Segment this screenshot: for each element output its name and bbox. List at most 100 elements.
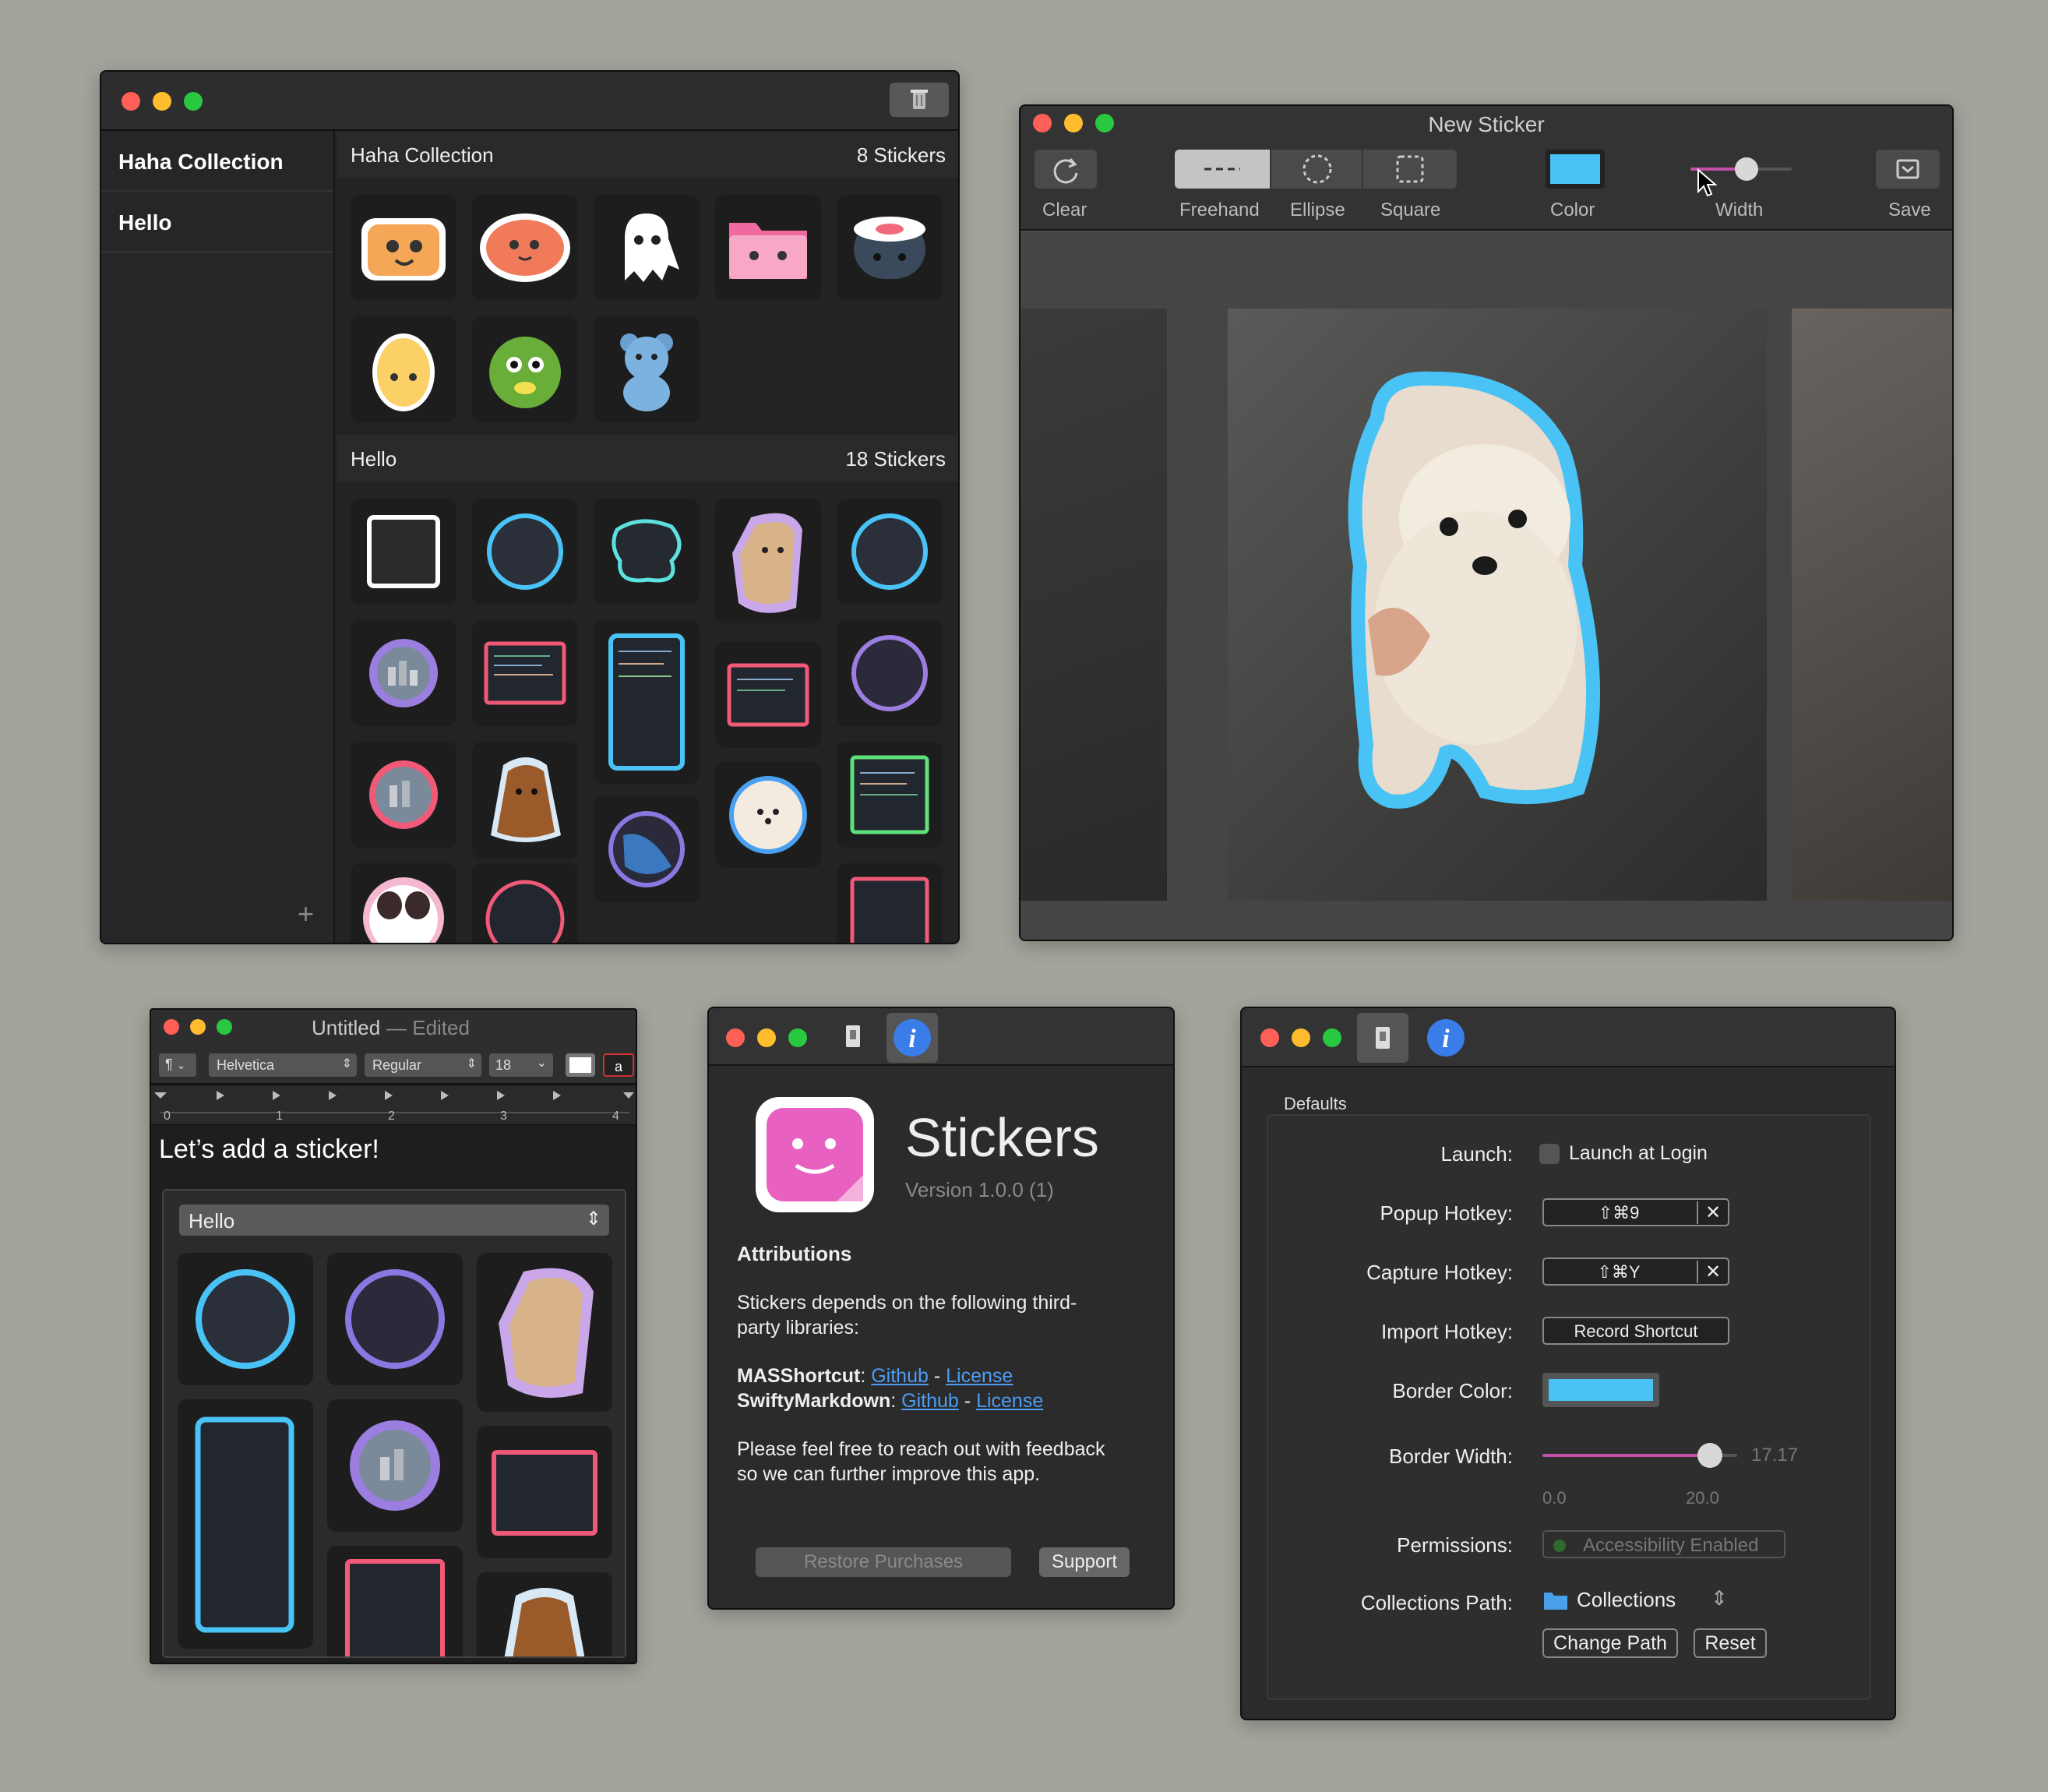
font-family-popup[interactable]: Helvetica ⇕ bbox=[209, 1053, 357, 1077]
toolbar: New Sticker Clear Freehand Ellipse Squar… bbox=[1020, 106, 1952, 231]
tab-general[interactable] bbox=[1357, 1013, 1408, 1063]
ellipse-segment[interactable] bbox=[1270, 150, 1362, 189]
capture-hotkey-recorder[interactable]: ⇧⌘Y ✕ bbox=[1542, 1258, 1729, 1286]
import-hotkey-recorder[interactable]: Record Shortcut bbox=[1542, 1317, 1729, 1345]
close-button[interactable] bbox=[726, 1028, 745, 1047]
sticker-rect-red[interactable] bbox=[477, 1426, 612, 1558]
border-width-slider[interactable] bbox=[1542, 1443, 1737, 1468]
sticker-sushi[interactable] bbox=[837, 195, 943, 301]
zoom-button[interactable] bbox=[1323, 1028, 1341, 1047]
close-button[interactable] bbox=[122, 92, 140, 111]
color-well[interactable] bbox=[1546, 150, 1605, 189]
reset-button[interactable]: Reset bbox=[1694, 1628, 1767, 1658]
refresh-icon bbox=[1053, 158, 1078, 184]
save-button[interactable] bbox=[1876, 150, 1940, 189]
sticker-tall-blue-code[interactable] bbox=[594, 620, 700, 784]
sticker-city-purple[interactable] bbox=[351, 620, 456, 726]
sticker-list: Haha Collection 8 Stickers Hello 18 Stic… bbox=[337, 131, 958, 943]
launch-at-login-text[interactable]: Launch at Login bbox=[1569, 1142, 1708, 1165]
sticker-rect-red-code[interactable] bbox=[472, 620, 578, 726]
sticker-folder[interactable] bbox=[715, 195, 821, 301]
highlight-color-well[interactable]: a bbox=[603, 1053, 634, 1077]
sticker-square-outline[interactable] bbox=[351, 499, 456, 605]
sticker-puppy-brown[interactable] bbox=[472, 742, 578, 859]
popup-hotkey-recorder[interactable]: ⇧⌘9 ✕ bbox=[1542, 1198, 1729, 1226]
document-text[interactable]: Let’s add a sticker! bbox=[159, 1134, 379, 1165]
window-title-suffix: — Edited bbox=[386, 1016, 470, 1039]
sticker-purple-ball[interactable] bbox=[594, 796, 700, 902]
accessibility-status-text: Accessibility Enabled bbox=[1583, 1535, 1759, 1556]
sticker-circle-purple-code[interactable] bbox=[837, 620, 943, 726]
titlebar: Untitled — Edited ¶ ⌄ Helvetica ⇕ Regula… bbox=[151, 1010, 636, 1085]
sticker-city-purple[interactable] bbox=[327, 1399, 463, 1532]
clear-button[interactable] bbox=[1035, 150, 1097, 189]
minimize-button[interactable] bbox=[757, 1028, 776, 1047]
sticker-tall-blue[interactable] bbox=[178, 1399, 313, 1649]
paragraph-style-popup[interactable]: ¶ ⌄ bbox=[159, 1053, 196, 1077]
app-name: Stickers bbox=[905, 1107, 1099, 1168]
sticker-puppy-white[interactable] bbox=[351, 863, 456, 943]
sticker-circle-purple[interactable] bbox=[327, 1253, 463, 1385]
sticker-circle-red-code[interactable] bbox=[472, 863, 578, 943]
font-style-popup[interactable]: Regular ⇕ bbox=[365, 1053, 481, 1077]
zoom-button[interactable] bbox=[217, 1019, 232, 1035]
launch-at-login-checkbox[interactable] bbox=[1539, 1144, 1560, 1164]
sidebar-item-haha-collection[interactable]: Haha Collection bbox=[101, 131, 333, 192]
freehand-segment[interactable] bbox=[1175, 150, 1270, 189]
collections-path-control[interactable]: Collections ⇕ bbox=[1542, 1585, 1729, 1616]
font-family-value: Helvetica bbox=[217, 1057, 275, 1073]
trash-button[interactable] bbox=[890, 83, 949, 117]
ruler[interactable]: 0 1 2 3 4 bbox=[151, 1086, 636, 1125]
tab-general[interactable] bbox=[835, 1016, 871, 1057]
sticker-puppy-pink[interactable] bbox=[477, 1253, 612, 1412]
sticker-circle-code[interactable] bbox=[472, 499, 578, 605]
slider-knob[interactable] bbox=[1697, 1443, 1722, 1468]
github-link[interactable]: Github bbox=[901, 1390, 959, 1412]
clear-hotkey-icon[interactable]: ✕ bbox=[1697, 1201, 1728, 1224]
restore-purchases-button[interactable]: Restore Purchases bbox=[756, 1547, 1011, 1577]
close-button[interactable] bbox=[1260, 1028, 1279, 1047]
license-link[interactable]: License bbox=[946, 1365, 1013, 1387]
add-collection-button[interactable]: + bbox=[298, 898, 314, 930]
sidebar-item-hello[interactable]: Hello bbox=[101, 192, 333, 252]
license-link[interactable]: License bbox=[976, 1390, 1043, 1412]
sticker-circle-code-2[interactable] bbox=[837, 499, 943, 605]
sticker-toast[interactable] bbox=[351, 195, 456, 301]
canvas[interactable] bbox=[1020, 232, 1952, 940]
tab-about[interactable]: i bbox=[887, 1013, 938, 1063]
text-color-well[interactable] bbox=[566, 1053, 595, 1077]
sticker-steak[interactable] bbox=[472, 195, 578, 301]
change-path-button[interactable]: Change Path bbox=[1542, 1628, 1678, 1658]
sticker-egg[interactable] bbox=[351, 316, 456, 422]
sticker-city-red[interactable] bbox=[351, 742, 456, 848]
minimize-button[interactable] bbox=[1292, 1028, 1310, 1047]
sticker-monster[interactable] bbox=[472, 316, 578, 422]
sticker-ghost[interactable] bbox=[594, 195, 700, 301]
clear-hotkey-icon[interactable]: ✕ bbox=[1697, 1261, 1728, 1283]
zoom-button[interactable] bbox=[184, 92, 203, 111]
tab-about[interactable]: i bbox=[1424, 1016, 1468, 1060]
font-size-popup[interactable]: 18 ⌄ bbox=[489, 1053, 553, 1077]
sticker-puppy-brown[interactable] bbox=[477, 1572, 612, 1656]
collection-select[interactable]: Hello ⇕ bbox=[179, 1205, 609, 1236]
sticker-rect-red-code-2[interactable] bbox=[715, 642, 821, 748]
sticker-rect-red-tall[interactable] bbox=[327, 1546, 463, 1656]
sticker-freehand-code[interactable] bbox=[594, 499, 700, 605]
sticker-puppy-circle[interactable] bbox=[715, 762, 821, 868]
status-dot-icon bbox=[1553, 1540, 1566, 1552]
close-button[interactable] bbox=[164, 1019, 179, 1035]
square-label: Square bbox=[1380, 199, 1441, 220]
support-button[interactable]: Support bbox=[1039, 1547, 1130, 1577]
sticker-puppy-pink[interactable] bbox=[715, 499, 821, 623]
zoom-button[interactable] bbox=[788, 1028, 807, 1047]
minimize-button[interactable] bbox=[153, 92, 171, 111]
sticker-rect-green-code[interactable] bbox=[837, 742, 943, 848]
slider-knob[interactable] bbox=[1734, 157, 1758, 181]
github-link[interactable]: Github bbox=[871, 1365, 929, 1387]
minimize-button[interactable] bbox=[190, 1019, 206, 1035]
border-color-well[interactable] bbox=[1542, 1373, 1659, 1407]
sticker-circle-blue[interactable] bbox=[178, 1253, 313, 1385]
sticker-bear[interactable] bbox=[594, 316, 700, 422]
sticker-rect-red-code-3[interactable] bbox=[837, 863, 943, 943]
square-segment[interactable] bbox=[1362, 150, 1457, 189]
